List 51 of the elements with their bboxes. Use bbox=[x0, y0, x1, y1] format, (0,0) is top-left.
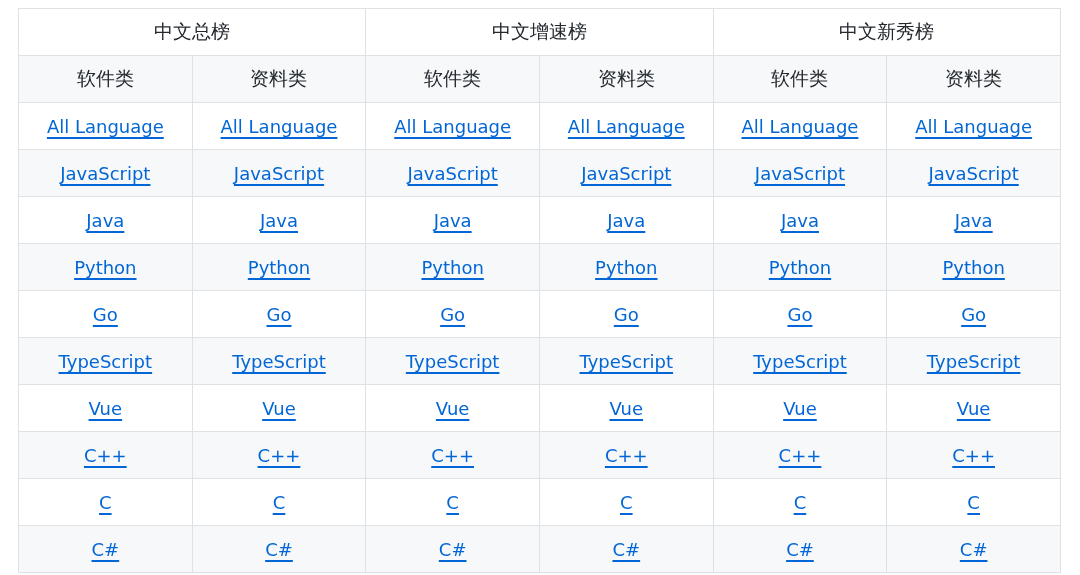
language-link[interactable]: Go bbox=[961, 304, 987, 325]
language-link[interactable]: Go bbox=[92, 304, 118, 325]
language-link[interactable]: Go bbox=[266, 304, 292, 325]
language-link[interactable]: Python bbox=[942, 257, 1005, 278]
language-link[interactable]: C bbox=[967, 492, 980, 513]
language-link[interactable]: C# bbox=[612, 539, 641, 560]
group-header: 中文总榜 bbox=[18, 8, 366, 56]
language-link[interactable]: C# bbox=[959, 539, 988, 560]
column-header: 资料类 bbox=[192, 55, 366, 103]
column-header: 软件类 bbox=[713, 55, 887, 103]
language-link[interactable]: Java bbox=[780, 210, 819, 231]
language-link[interactable]: Vue bbox=[88, 398, 123, 419]
column-header: 资料类 bbox=[539, 55, 714, 103]
language-link[interactable]: C bbox=[272, 492, 286, 513]
language-link[interactable]: Java bbox=[433, 210, 472, 231]
language-link[interactable]: Python bbox=[768, 257, 832, 278]
column-header: 软件类 bbox=[365, 55, 540, 103]
language-link[interactable]: Python bbox=[74, 257, 137, 278]
column-header: 资料类 bbox=[886, 55, 1061, 103]
language-link[interactable]: Java bbox=[954, 210, 993, 231]
language-link[interactable]: C bbox=[793, 492, 807, 513]
language-link[interactable]: C++ bbox=[604, 445, 648, 466]
column-header: 软件类 bbox=[18, 55, 193, 103]
language-link[interactable]: Vue bbox=[435, 398, 470, 419]
language-link[interactable]: C++ bbox=[83, 445, 127, 466]
language-link[interactable]: Python bbox=[421, 257, 484, 278]
language-link[interactable]: Vue bbox=[609, 398, 644, 419]
language-link[interactable]: C# bbox=[265, 539, 293, 560]
language-link[interactable]: Java bbox=[86, 210, 125, 231]
language-link[interactable]: Vue bbox=[262, 398, 296, 419]
language-link[interactable]: C++ bbox=[257, 445, 301, 466]
group-header: 中文增速榜 bbox=[365, 8, 714, 56]
language-link[interactable]: Java bbox=[259, 210, 298, 231]
language-link[interactable]: Vue bbox=[956, 398, 991, 419]
language-link[interactable]: C++ bbox=[431, 445, 474, 466]
language-link[interactable]: C bbox=[446, 492, 459, 513]
language-link[interactable]: Go bbox=[613, 304, 639, 325]
language-link[interactable]: C# bbox=[91, 539, 120, 560]
language-link[interactable]: Go bbox=[787, 304, 813, 325]
language-link[interactable]: C# bbox=[438, 539, 467, 560]
language-link[interactable]: Go bbox=[440, 304, 466, 325]
language-link[interactable]: C++ bbox=[952, 445, 995, 466]
language-link[interactable]: C bbox=[620, 492, 633, 513]
language-link[interactable]: Python bbox=[247, 257, 311, 278]
group-header: 中文新秀榜 bbox=[713, 8, 1061, 56]
language-link[interactable]: C bbox=[99, 492, 112, 513]
language-link[interactable]: Vue bbox=[783, 398, 817, 419]
language-link[interactable]: C# bbox=[786, 539, 814, 560]
language-link[interactable]: Python bbox=[595, 257, 658, 278]
language-link[interactable]: C++ bbox=[778, 445, 822, 466]
language-link[interactable]: Java bbox=[607, 210, 646, 231]
